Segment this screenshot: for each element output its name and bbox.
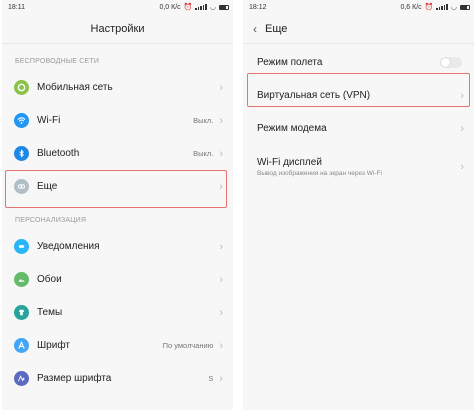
chevron-right-icon: › xyxy=(219,240,223,253)
settings-item-label: Шрифт xyxy=(37,340,70,351)
airplane-mode-toggle[interactable] xyxy=(440,57,462,68)
battery-icon xyxy=(219,4,229,10)
wallpaper-icon xyxy=(14,272,29,287)
status-bar: 18:12 0,6 К/с ⏰ ◡ xyxy=(243,0,474,14)
chevron-right-icon: › xyxy=(219,147,223,160)
settings-item-font-size[interactable]: Размер шрифта S › xyxy=(2,362,233,395)
bluetooth-icon xyxy=(14,146,29,161)
signal-icon xyxy=(436,4,448,10)
settings-item-wallpaper[interactable]: Обои › xyxy=(2,263,233,296)
settings-item-label: Wi-Fi xyxy=(37,115,61,126)
chevron-right-icon: › xyxy=(219,372,223,385)
font-size-icon xyxy=(14,371,29,386)
status-time: 18:11 xyxy=(8,3,25,11)
more-screen: 18:12 0,6 К/с ⏰ ◡ ‹ Еще Режим полета Вир… xyxy=(243,0,474,410)
notifications-icon xyxy=(14,239,29,254)
chevron-right-icon: › xyxy=(219,180,223,193)
wifi-status-icon: ◡ xyxy=(209,4,216,11)
settings-item-themes[interactable]: Темы › xyxy=(2,296,233,329)
settings-item-airplane-mode[interactable]: Режим полета xyxy=(243,46,474,79)
settings-item-vpn[interactable]: Виртуальная сеть (VPN) › xyxy=(243,79,474,112)
chevron-right-icon: › xyxy=(219,339,223,352)
status-time: 18:12 xyxy=(249,3,267,11)
chevron-right-icon: › xyxy=(219,114,223,127)
settings-item-more[interactable]: Еще › xyxy=(2,170,233,203)
settings-item-tethering[interactable]: Режим модема › xyxy=(243,112,474,145)
settings-screen: 18:11 0,0 К/с ⏰ ◡ Настройки БЕСПРОВОДНЫЕ… xyxy=(2,0,233,410)
settings-item-subtitle: Вывод изображения на экран через Wi-Fi xyxy=(257,170,382,177)
settings-item-label: Виртуальная сеть (VPN) xyxy=(257,90,371,101)
page-title: Настройки xyxy=(2,14,233,44)
alarm-icon: ⏰ xyxy=(424,4,434,11)
battery-icon xyxy=(460,4,470,10)
settings-item-value: Выкл. xyxy=(193,116,214,125)
settings-item-wifi-display[interactable]: Wi-Fi дисплей Вывод изображения на экран… xyxy=(243,145,474,189)
settings-item-bluetooth[interactable]: Bluetooth Выкл. › xyxy=(2,137,233,170)
settings-item-label: Wi-Fi дисплей xyxy=(257,157,322,168)
mobile-network-icon xyxy=(14,80,29,95)
settings-item-label: Мобильная сеть xyxy=(37,82,113,93)
settings-item-label: Размер шрифта xyxy=(37,373,112,384)
settings-item-label: Темы xyxy=(37,307,63,318)
page-header: ‹ Еще xyxy=(243,14,474,44)
settings-item-value: S xyxy=(208,374,214,383)
signal-icon xyxy=(195,4,207,10)
settings-item-label: Режим полета xyxy=(257,57,323,68)
font-icon xyxy=(14,338,29,353)
settings-item-label: Уведомления xyxy=(37,241,100,252)
themes-icon xyxy=(14,305,29,320)
settings-item-font[interactable]: Шрифт По умолчанию › xyxy=(2,329,233,362)
settings-item-notifications[interactable]: Уведомления › xyxy=(2,230,233,263)
network-speed: 0,6 К/с xyxy=(400,3,422,11)
alarm-icon: ⏰ xyxy=(183,4,193,11)
more-icon xyxy=(14,179,29,194)
wifi-icon xyxy=(14,113,29,128)
settings-item-value: Выкл. xyxy=(193,149,214,158)
chevron-right-icon: › xyxy=(460,122,464,135)
settings-item-label: Bluetooth xyxy=(37,148,80,159)
page-title: Еще xyxy=(265,22,288,35)
section-wireless-label: БЕСПРОВОДНЫЕ СЕТИ xyxy=(15,58,100,65)
chevron-right-icon: › xyxy=(219,273,223,286)
chevron-right-icon: › xyxy=(219,81,223,94)
network-speed: 0,0 К/с xyxy=(159,3,181,11)
chevron-right-icon: › xyxy=(219,306,223,319)
settings-item-label: Режим модема xyxy=(257,123,327,134)
wifi-status-icon: ◡ xyxy=(450,4,457,11)
status-bar: 18:11 0,0 К/с ⏰ ◡ xyxy=(2,0,233,14)
section-personalization-label: ПЕРСОНАЛИЗАЦИЯ xyxy=(15,217,87,224)
chevron-right-icon: › xyxy=(460,89,464,102)
settings-item-wifi[interactable]: Wi-Fi Выкл. › xyxy=(2,104,233,137)
back-icon[interactable]: ‹ xyxy=(253,22,257,36)
settings-item-label: Обои xyxy=(37,274,62,285)
chevron-right-icon: › xyxy=(460,161,464,173)
settings-item-mobile-network[interactable]: Мобильная сеть › xyxy=(2,71,233,104)
settings-item-label: Еще xyxy=(37,181,58,192)
settings-item-value: По умолчанию xyxy=(162,341,214,350)
